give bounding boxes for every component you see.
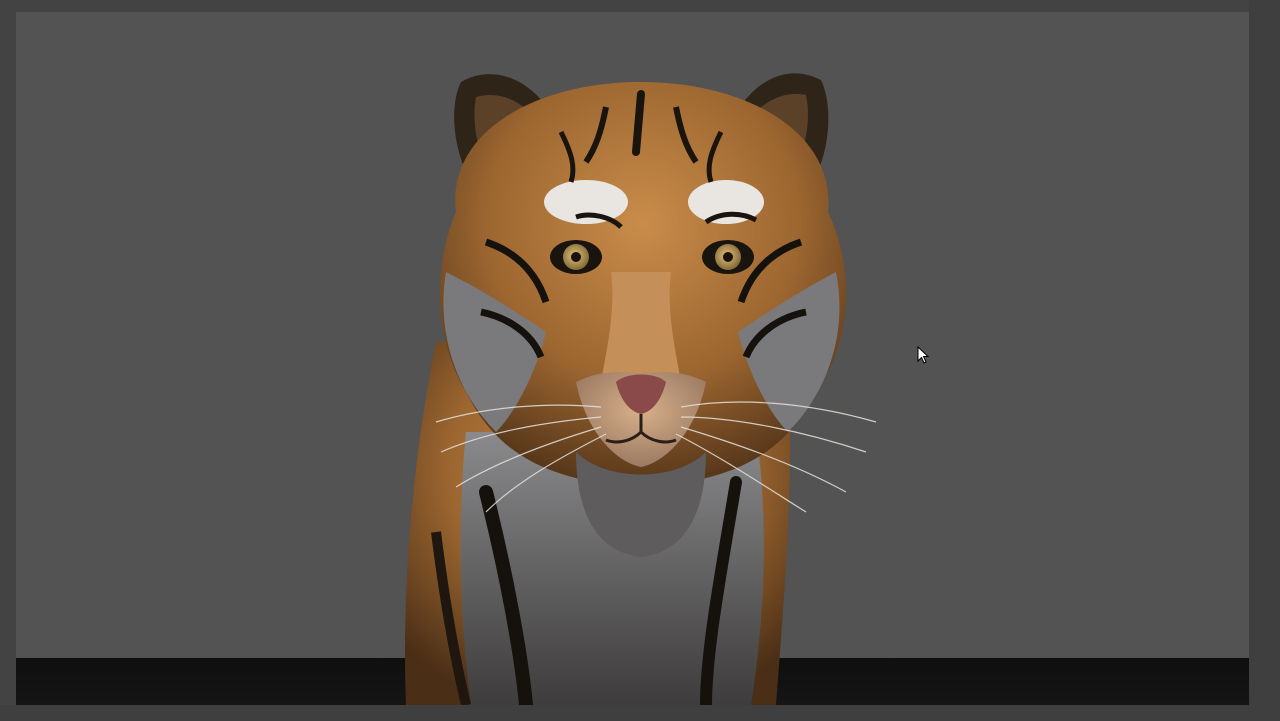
- app-window: [0, 0, 1280, 721]
- window-frame-right: [1249, 0, 1280, 721]
- tiger-render: [405, 73, 877, 705]
- render-viewport[interactable]: [16, 12, 1249, 705]
- arrow-cursor-icon: [917, 346, 929, 364]
- window-frame-bottom: [0, 705, 1280, 721]
